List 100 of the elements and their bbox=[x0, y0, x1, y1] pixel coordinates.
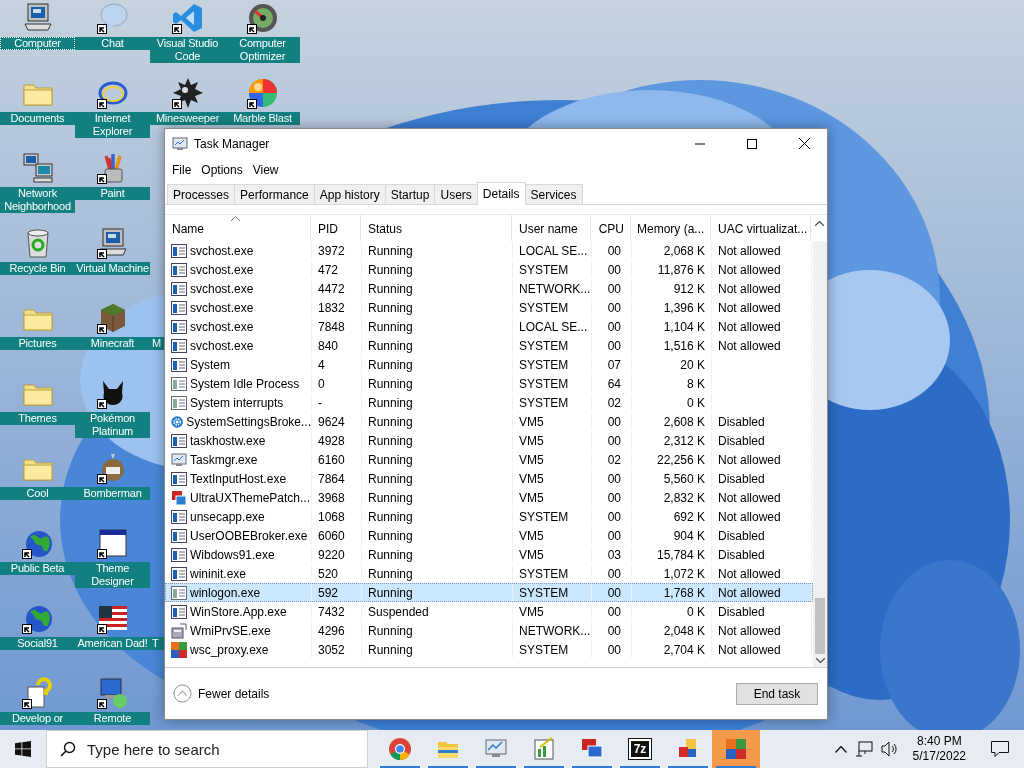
table-cell: 00 bbox=[607, 642, 621, 657]
maximize-icon[interactable] bbox=[747, 138, 757, 149]
icon-label[interactable]: Cool bbox=[0, 487, 75, 500]
tab[interactable]: Services bbox=[524, 184, 583, 204]
table-row[interactable]: svchost.exe 840 Running SYSTEM 00 1,516 K Not allowed bbox=[165, 336, 813, 355]
table-row[interactable]: taskhostw.exe 4928 Running VM5 00 2,312 K Disabled bbox=[165, 431, 813, 450]
table-row[interactable]: Wibdows91.exe 9220 Running VM5 03 15,784 K Disabled bbox=[165, 545, 813, 564]
menu-item[interactable]: File bbox=[167, 163, 197, 177]
table-row[interactable]: wsc_proxy.exe 3052 Running SYSTEM 00 2,704 K Not allowed bbox=[165, 640, 813, 659]
tab[interactable]: Details bbox=[476, 182, 526, 205]
table-cell: Running bbox=[368, 338, 413, 353]
icon-label[interactable]: Marble Blast bbox=[225, 112, 300, 125]
icon-label[interactable]: Computer Optimizer bbox=[225, 37, 300, 63]
scroll-down-icon[interactable] bbox=[815, 658, 825, 663]
table-row[interactable]: SystemSettingsBroke... 9624 Running VM5 00 2,608 K Disabled bbox=[165, 412, 813, 431]
table-row[interactable]: wininit.exe 520 Running SYSTEM 00 1,072 K Not allowed bbox=[165, 564, 813, 583]
icon-label[interactable]: Minesweeper bbox=[150, 112, 225, 125]
ball-icon[interactable] bbox=[246, 77, 279, 109]
close-icon[interactable] bbox=[798, 138, 810, 149]
column-header[interactable]: User name bbox=[519, 222, 578, 236]
table-row[interactable]: UserOOBEBroker.exe 6060 Running VM5 00 904 K Disabled bbox=[165, 526, 813, 545]
icon-label[interactable]: Bomberman bbox=[75, 487, 150, 500]
table-cell: SYSTEM bbox=[519, 395, 569, 410]
icon-label[interactable]: Network Neighborhood bbox=[0, 187, 75, 213]
end-task-button[interactable]: End task bbox=[736, 682, 818, 705]
clock-time[interactable]: 8:40 PM bbox=[916, 734, 962, 749]
window-icon[interactable] bbox=[96, 527, 129, 559]
clock-date[interactable]: 5/17/2022 bbox=[912, 749, 966, 764]
column-header[interactable]: Status bbox=[368, 222, 403, 236]
column-header[interactable]: PID bbox=[318, 222, 338, 236]
table-row[interactable]: svchost.exe 1832 Running SYSTEM 00 1,396 K Not allowed bbox=[165, 298, 813, 317]
icon-label[interactable]: M bbox=[150, 337, 164, 350]
table-row[interactable]: winlogon.exe 592 Running SYSTEM 00 1,768 K Not allowed bbox=[165, 583, 813, 602]
icon-label[interactable]: Develop or bbox=[0, 712, 75, 725]
icon-label[interactable]: Pokémon Platinum bbox=[75, 412, 150, 438]
search-field[interactable]: Type here to search bbox=[46, 730, 368, 768]
taskbar-app-button[interactable]: 7z bbox=[616, 730, 664, 768]
icon-label[interactable]: Paint bbox=[75, 187, 150, 200]
table-cell: 2,312 K bbox=[663, 433, 705, 448]
table-row[interactable]: svchost.exe 472 Running SYSTEM 00 11,876 K Not allowed bbox=[165, 260, 813, 279]
column-header[interactable]: Name bbox=[172, 222, 204, 236]
icon-label[interactable]: Chat bbox=[75, 37, 150, 50]
taskbar-app-button[interactable] bbox=[712, 730, 760, 768]
menu-item[interactable]: View bbox=[247, 163, 284, 177]
tab[interactable]: Startup bbox=[384, 184, 436, 204]
table-cell: Not allowed bbox=[718, 566, 781, 581]
network-icon[interactable] bbox=[21, 152, 54, 184]
table-row[interactable]: TextInputHost.exe 7864 Running VM5 00 5,560 K Disabled bbox=[165, 469, 813, 488]
column-header[interactable]: UAC virtualizat... bbox=[718, 222, 808, 236]
column-header[interactable]: Memory (a... bbox=[637, 222, 705, 236]
table-cell: Running bbox=[368, 547, 413, 562]
icon-label[interactable]: Themes bbox=[0, 412, 75, 425]
table-row[interactable]: svchost.exe 3972 Running LOCAL SE... 00 2,068 K Not allowed bbox=[165, 241, 813, 260]
tab[interactable]: Processes bbox=[167, 184, 236, 204]
icon-label[interactable]: Social91 bbox=[0, 637, 75, 650]
table-row[interactable]: System 4 Running SYSTEM 07 20 K bbox=[165, 355, 813, 374]
icon-label[interactable]: American Dad! bbox=[75, 637, 150, 650]
scrollbar[interactable] bbox=[813, 241, 827, 667]
icon-label[interactable]: Pictures bbox=[0, 337, 75, 350]
tab[interactable]: Users bbox=[434, 184, 478, 204]
column-header[interactable]: CPU bbox=[598, 222, 624, 236]
tab[interactable]: Performance bbox=[234, 184, 315, 204]
tab[interactable]: App history bbox=[313, 184, 386, 204]
icon-label[interactable]: Visual Studio Code bbox=[150, 37, 225, 63]
gauge-icon[interactable] bbox=[246, 2, 279, 34]
table-row[interactable]: WinStore.App.exe 7432 Suspended VM5 00 0 K Disabled bbox=[165, 602, 813, 621]
icon-label[interactable]: Recycle Bin bbox=[0, 262, 75, 275]
icon-label[interactable]: Minecraft bbox=[75, 337, 150, 350]
fewer-details-link[interactable]: Fewer details bbox=[173, 684, 270, 703]
table-cell: 692 K bbox=[673, 509, 705, 524]
speaker-icon[interactable] bbox=[880, 741, 899, 757]
table-row[interactable]: UltraUXThemePatch... 3968 Running VM5 00 2,832 K Not allowed bbox=[165, 488, 813, 507]
mine-icon[interactable] bbox=[171, 77, 204, 109]
scroll-up-icon[interactable] bbox=[814, 221, 824, 226]
icon-label[interactable]: T bbox=[150, 637, 164, 650]
table-row[interactable]: WmiPrvSE.exe 4296 Running NETWORK... 00 2,048 K Not allowed bbox=[165, 621, 813, 640]
table-row[interactable]: svchost.exe 7848 Running LOCAL SE... 00 1,104 K Not allowed bbox=[165, 317, 813, 336]
table-cell: 1,768 K bbox=[663, 585, 705, 600]
table-cell: 0 K bbox=[687, 604, 705, 619]
menu-item[interactable]: Options bbox=[196, 163, 248, 177]
table-cell: 64 bbox=[607, 376, 621, 391]
chevron-up-icon[interactable] bbox=[834, 745, 847, 753]
notification-icon[interactable] bbox=[991, 741, 1009, 757]
table-row[interactable]: unsecapp.exe 1068 Running SYSTEM 00 692 K Not allowed bbox=[165, 507, 813, 526]
network-icon[interactable] bbox=[854, 741, 873, 757]
table-row[interactable]: svchost.exe 4472 Running NETWORK... 00 912 K Not allowed bbox=[165, 279, 813, 298]
icon-label[interactable]: Theme Designer bbox=[75, 562, 150, 588]
icon-label[interactable]: Internet Explorer bbox=[75, 112, 150, 138]
icon-label[interactable]: Remote bbox=[75, 712, 150, 725]
table-row[interactable]: System interrupts - Running SYSTEM 02 0 K bbox=[165, 393, 813, 412]
process-name: UserOOBEBroker.exe bbox=[190, 528, 308, 543]
icon-label[interactable]: Computer bbox=[0, 37, 75, 50]
table-cell: 904 K bbox=[673, 528, 705, 543]
icon-label[interactable]: Public Beta bbox=[0, 562, 75, 575]
icon-label[interactable]: Documents bbox=[0, 112, 75, 125]
table-row[interactable]: System Idle Process 0 Running SYSTEM 64 8 K bbox=[165, 374, 813, 393]
table-cell: SYSTEM bbox=[519, 509, 569, 524]
scroll-thumb[interactable] bbox=[815, 598, 825, 654]
table-row[interactable]: Taskmgr.exe 6160 Running VM5 02 22,256 K Not allowed bbox=[165, 450, 813, 469]
icon-label[interactable]: Virtual Machine bbox=[75, 262, 150, 275]
